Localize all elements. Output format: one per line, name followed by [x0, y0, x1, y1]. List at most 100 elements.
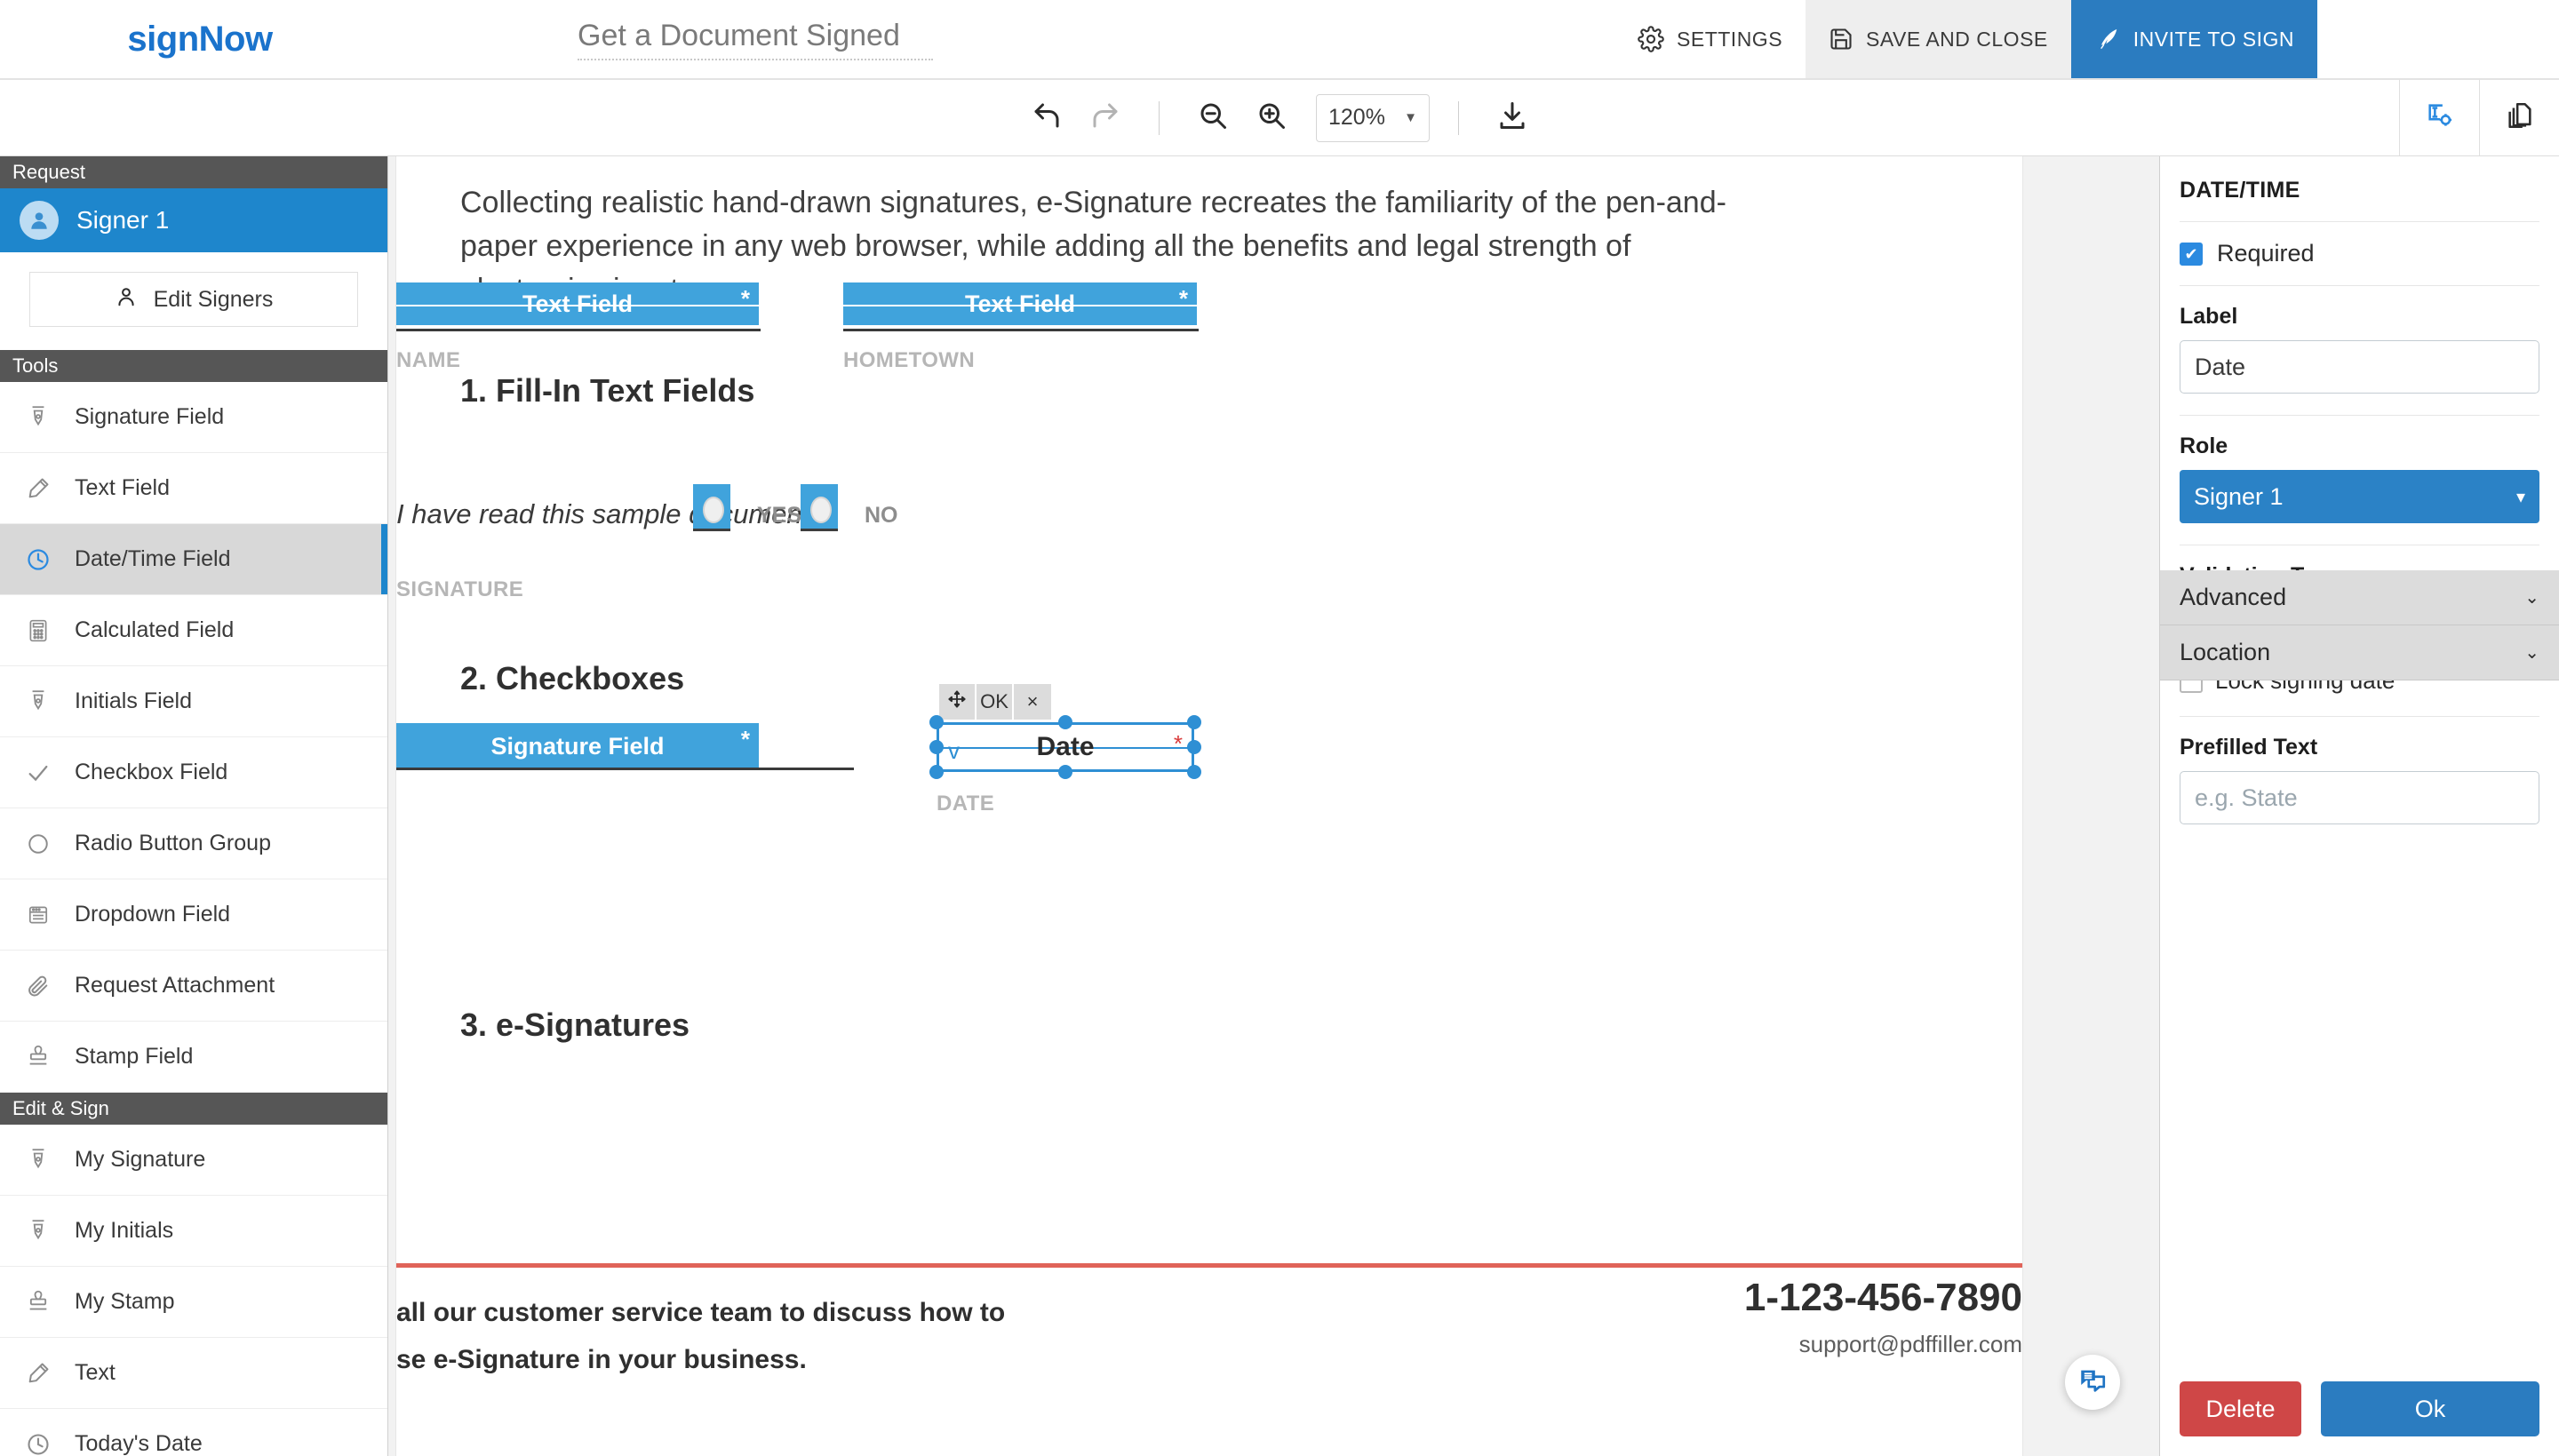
gear-icon: [1638, 26, 1664, 52]
sidebar-item-calculated-field[interactable]: Calculated Field: [0, 595, 387, 666]
resize-handle-w[interactable]: [929, 740, 944, 754]
sidebar-item-signature-field[interactable]: Signature Field: [0, 382, 387, 453]
field-text-hometown[interactable]: Text Field *: [843, 282, 1197, 325]
settings-button[interactable]: SETTINGS: [1614, 0, 1806, 78]
undo-button[interactable]: [1022, 93, 1072, 143]
calculator-icon: [23, 618, 53, 643]
zoom-in-button[interactable]: [1247, 93, 1296, 143]
tool-label: Request Attachment: [75, 973, 275, 998]
sidebar-item-request-attachment[interactable]: Request Attachment: [0, 951, 387, 1022]
footer-line-2: se e-Signature in your business.: [396, 1345, 807, 1374]
tool-label: Date/Time Field: [75, 546, 231, 571]
field-settings-button[interactable]: [2399, 80, 2479, 155]
save-and-close-button[interactable]: SAVE AND CLOSE: [1806, 0, 2071, 78]
required-asterisk: *: [740, 726, 750, 752]
caption-hometown: HOMETOWN: [843, 348, 976, 372]
save-disk-icon: [1829, 27, 1853, 52]
resize-handle-nw[interactable]: [929, 715, 944, 729]
invite-to-sign-button[interactable]: INVITE TO SIGN: [2070, 0, 2317, 78]
sidebar-item-date-time-field[interactable]: Date/Time Field: [0, 524, 387, 595]
avatar: [20, 201, 59, 240]
ok-button[interactable]: Ok: [2321, 1381, 2539, 1436]
sidebar-item-my-initials[interactable]: My Initials: [0, 1196, 387, 1267]
document-page[interactable]: Collecting realistic hand-drawn signatur…: [396, 156, 2022, 1456]
settings-label: SETTINGS: [1677, 27, 1783, 51]
zoom-out-button[interactable]: [1188, 93, 1238, 143]
required-label: Required: [2217, 240, 2315, 267]
label-heading: Label: [2180, 304, 2238, 329]
footer-divider: [396, 1263, 2022, 1268]
selected-field-toolbar: OK ×: [939, 684, 1051, 720]
confirm-ok-button[interactable]: OK: [977, 684, 1014, 720]
zoom-level-select[interactable]: 120% ▼: [1316, 93, 1430, 142]
field-hometown-underline: [843, 329, 1199, 331]
tool-label: Text Field: [75, 475, 170, 500]
tools-sidebar: Request Signer 1 Edit Signers Tools Sign…: [0, 156, 388, 1456]
edit-signers-button[interactable]: Edit Signers: [29, 272, 358, 327]
resize-handle-e[interactable]: [1187, 740, 1201, 754]
field-text-name[interactable]: Text Field *: [396, 282, 759, 325]
resize-handle-s[interactable]: [1058, 765, 1072, 779]
resize-handle-sw[interactable]: [929, 765, 944, 779]
role-select[interactable]: Signer 1 ▾: [2180, 470, 2539, 523]
document-canvas[interactable]: Collecting realistic hand-drawn signatur…: [388, 156, 2159, 1456]
close-icon[interactable]: ×: [1014, 684, 1051, 720]
sidebar-item-todays-date[interactable]: Today's Date: [0, 1409, 387, 1456]
footer-phone: 1-123-456-7890: [1743, 1276, 2022, 1319]
sidebar-item-initials-field[interactable]: Initials Field: [0, 666, 387, 737]
required-checkbox-row[interactable]: ✔ Required: [2180, 222, 2539, 285]
pen-nib-icon: [23, 688, 53, 715]
sidebar-item-radio-button-group[interactable]: Radio Button Group: [0, 808, 387, 879]
tool-label: Initials Field: [75, 688, 192, 713]
sidebar-section-tools: Tools: [0, 350, 387, 382]
section-3-title: 3. e-Signatures: [460, 1006, 690, 1043]
caption-date: DATE: [937, 792, 995, 816]
checkbox-yes[interactable]: [693, 484, 737, 537]
sidebar-item-stamp-field[interactable]: Stamp Field: [0, 1022, 387, 1093]
resize-handle-se[interactable]: [1187, 765, 1201, 779]
footer-email: support@pdffiller.com: [1798, 1331, 2022, 1357]
document-title-field[interactable]: Get a Document Signed: [578, 19, 933, 60]
person-icon: [115, 285, 138, 314]
sidebar-item-signer-1[interactable]: Signer 1: [0, 188, 387, 252]
caption-name: NAME: [396, 348, 461, 372]
sidebar-item-my-signature[interactable]: My Signature: [0, 1125, 387, 1196]
field-signature[interactable]: Signature Field *: [396, 723, 759, 769]
checkbox-no[interactable]: [801, 484, 845, 537]
required-checkbox[interactable]: ✔: [2180, 242, 2203, 266]
chevron-down-icon: ▼: [1404, 110, 1417, 125]
dropdown-icon: [23, 903, 53, 927]
field-name-underline: [396, 329, 761, 331]
section-1-title: 1. Fill-In Text Fields: [460, 372, 755, 409]
footer-text: all our customer service team to discuss…: [396, 1289, 1005, 1383]
stamp-icon: [23, 1045, 53, 1070]
chat-support-button[interactable]: [2065, 1355, 2120, 1410]
advanced-accordion[interactable]: Advanced ⌄: [2160, 570, 2559, 625]
app-logo[interactable]: signNow: [0, 20, 400, 60]
sidebar-item-text[interactable]: Text: [0, 1338, 387, 1409]
checkbox-no-box: [801, 484, 838, 531]
redo-button[interactable]: [1080, 93, 1130, 143]
delete-button[interactable]: Delete: [2180, 1381, 2301, 1436]
sidebar-item-dropdown-field[interactable]: Dropdown Field: [0, 879, 387, 951]
tool-label: Dropdown Field: [75, 902, 231, 927]
app-header: signNow Get a Document Signed SETTINGS S…: [0, 0, 2559, 80]
zoom-level-value: 120%: [1328, 105, 1385, 130]
field-text-name-label: Text Field: [522, 290, 634, 317]
prefilled-text-input[interactable]: [2180, 771, 2539, 824]
download-button[interactable]: [1487, 93, 1537, 143]
resize-handle-ne[interactable]: [1187, 715, 1201, 729]
pages-button[interactable]: [2479, 80, 2559, 155]
pen-nib-icon: [23, 404, 53, 431]
field-name-inner-rule: [396, 305, 759, 306]
resize-handle-n[interactable]: [1058, 715, 1072, 729]
selected-field-date[interactable]: v Date *: [929, 715, 1201, 779]
label-input[interactable]: [2180, 340, 2539, 394]
location-accordion[interactable]: Location ⌄: [2160, 625, 2559, 680]
sidebar-item-checkbox-field[interactable]: Checkbox Field: [0, 737, 387, 808]
sidebar-item-text-field[interactable]: Text Field: [0, 453, 387, 524]
role-heading: Role: [2180, 434, 2228, 458]
pen-nib-icon: [23, 1147, 53, 1174]
sidebar-item-my-stamp[interactable]: My Stamp: [0, 1267, 387, 1338]
move-handle-button[interactable]: [939, 684, 977, 720]
